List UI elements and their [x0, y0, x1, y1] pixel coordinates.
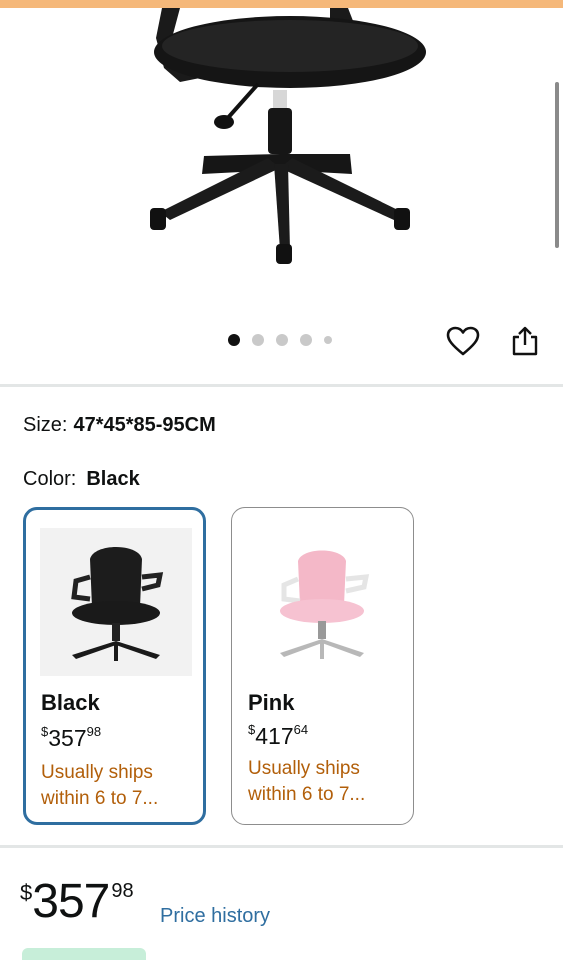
variant-thumbnail	[40, 528, 192, 676]
size-selector[interactable]: Size: 47*45*85-95CM	[23, 414, 216, 437]
color-selector: Color: Black	[23, 468, 140, 491]
share-icon[interactable]	[508, 324, 542, 358]
top-strip	[0, 0, 563, 8]
carousel-dot[interactable]	[276, 334, 288, 346]
variant-price: $35798	[41, 724, 101, 752]
variant-name: Pink	[248, 690, 295, 715]
price-history-link[interactable]: Price history	[160, 905, 270, 928]
carousel-dot[interactable]	[252, 334, 264, 346]
variant-thumbnail	[246, 530, 398, 678]
divider	[0, 384, 563, 387]
size-value: 47*45*85-95CM	[73, 414, 216, 436]
heart-icon[interactable]	[446, 324, 480, 358]
divider	[0, 845, 563, 848]
variant-name: Black	[41, 690, 100, 715]
variant-swatch-black[interactable]: Black $35798 Usually ships within 6 to 7…	[23, 507, 206, 825]
carousel-dot[interactable]	[300, 334, 312, 346]
price-whole: 357	[32, 875, 110, 928]
variant-swatch-pink[interactable]: Pink $41764 Usually ships within 6 to 7.…	[231, 507, 414, 825]
variant-shipping: Usually ships within 6 to 7...	[248, 758, 366, 805]
scrollbar[interactable]	[555, 82, 559, 248]
color-label: Color:	[23, 468, 77, 490]
variant-price-whole: 357	[48, 725, 87, 751]
carousel-dots[interactable]	[228, 334, 332, 346]
color-value: Black	[86, 468, 140, 490]
price-fraction: 98	[111, 880, 134, 902]
size-label: Size:	[23, 414, 68, 436]
carousel-dot[interactable]	[324, 336, 332, 344]
variant-price-fraction: 98	[86, 724, 102, 739]
product-image-carousel[interactable]	[0, 8, 563, 384]
variant-price-whole: 417	[255, 723, 294, 749]
carousel-dot[interactable]	[228, 334, 240, 346]
variant-price: $41764	[248, 722, 308, 750]
price-currency: $	[20, 880, 33, 905]
variant-shipping: Usually ships within 6 to 7...	[41, 762, 159, 809]
variant-price-fraction: 64	[293, 722, 309, 737]
product-image	[150, 8, 426, 264]
main-price: $ 357 98	[20, 874, 134, 930]
deal-badge	[22, 948, 146, 960]
